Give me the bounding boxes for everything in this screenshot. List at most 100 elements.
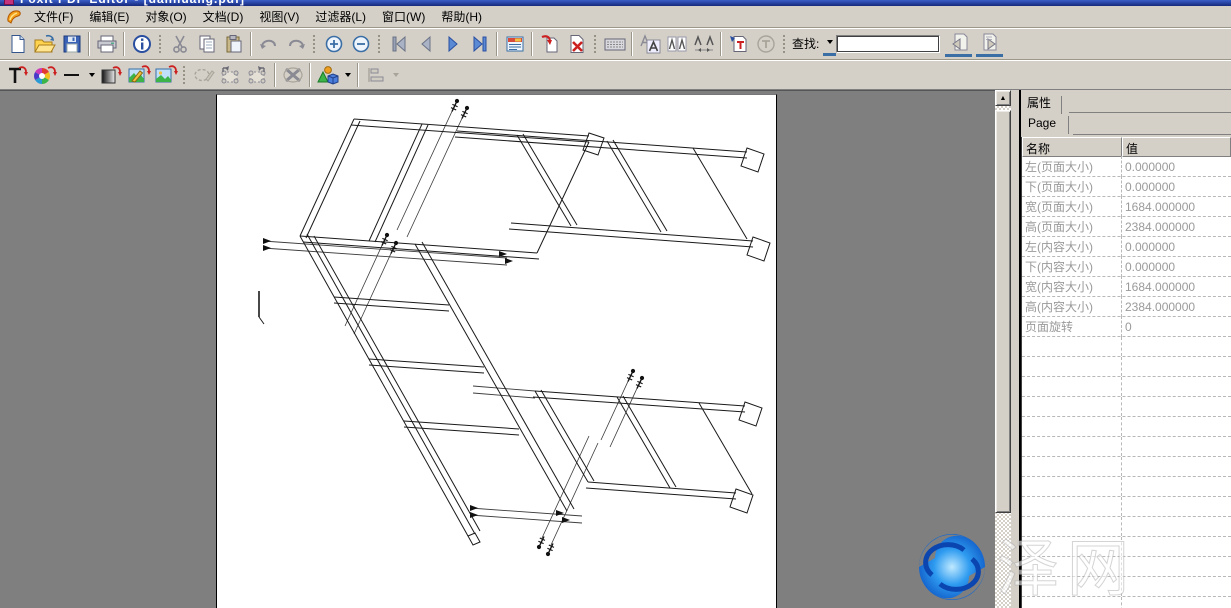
previous-page-button[interactable] <box>412 31 439 57</box>
lasso-select-button-disabled[interactable] <box>190 62 217 88</box>
paste-button[interactable] <box>220 31 247 57</box>
menu-bar: 文件(F) 编辑(E) 对象(O) 文档(D) 视图(V) 过滤器(L) 窗口(… <box>0 6 1231 28</box>
tab-page[interactable]: Page <box>1025 116 1069 134</box>
replace-font-button[interactable] <box>636 31 663 57</box>
last-page-button[interactable] <box>466 31 493 57</box>
insert-color-button[interactable] <box>31 62 58 88</box>
line-style-dropdown[interactable] <box>85 63 98 87</box>
undo-button[interactable] <box>255 31 282 57</box>
page-thumbnails-icon <box>505 35 525 53</box>
toolbar-drag-handle[interactable] <box>782 33 787 55</box>
table-row[interactable]: 左(内容大小) 0.000000 <box>1022 237 1231 257</box>
property-name: 宽(页面大小) <box>1022 196 1122 217</box>
find-previous-icon <box>949 32 969 52</box>
property-value[interactable]: 1684.000000 <box>1122 278 1231 296</box>
menu-window[interactable]: 窗口(W) <box>374 6 433 27</box>
import-text-button[interactable] <box>725 31 752 57</box>
redo-button[interactable] <box>282 31 309 57</box>
insert-image-button[interactable] <box>152 62 179 88</box>
insert-shape-button[interactable] <box>314 62 341 88</box>
find-next-button[interactable] <box>976 31 1003 57</box>
table-row[interactable]: 宽(内容大小) 1684.000000 <box>1022 277 1231 297</box>
find-input[interactable] <box>836 35 940 53</box>
edit-image-button[interactable] <box>125 62 152 88</box>
insert-gradient-button[interactable] <box>98 62 125 88</box>
virtual-keyboard-button[interactable] <box>601 31 628 57</box>
window-titlebar: Foxit PDF Editor - [danhuang.pdf] <box>0 0 1231 6</box>
empty-row <box>1022 397 1231 417</box>
insert-page-icon <box>540 34 560 54</box>
zoom-in-button[interactable] <box>320 31 347 57</box>
toolbar-drag-handle[interactable] <box>312 33 317 55</box>
delete-object-button-disabled[interactable] <box>279 62 306 88</box>
toolbar-drag-handle[interactable] <box>377 33 382 55</box>
table-row[interactable]: 高(页面大小) 2384.000000 <box>1022 217 1231 237</box>
property-value[interactable]: 0 <box>1122 318 1231 336</box>
toolbar-drag-handle[interactable] <box>593 33 598 55</box>
toolbar-drag-handle[interactable] <box>158 33 163 55</box>
property-name: 左(页面大小) <box>1022 156 1122 177</box>
table-row[interactable]: 页面旋转 0 <box>1022 317 1231 337</box>
pdf-page[interactable] <box>216 94 777 608</box>
menu-view[interactable]: 视图(V) <box>251 6 307 27</box>
open-file-button[interactable] <box>31 31 58 57</box>
align-objects-button-disabled[interactable] <box>362 62 389 88</box>
line-style-button[interactable] <box>58 62 85 88</box>
table-row[interactable]: 高(内容大小) 2384.000000 <box>1022 297 1231 317</box>
property-value[interactable]: 0.000000 <box>1122 238 1231 256</box>
rotate-selection-left-button[interactable] <box>217 62 244 88</box>
table-row[interactable]: 左(页面大小) 0.000000 <box>1022 157 1231 177</box>
property-value[interactable]: 1684.000000 <box>1122 198 1231 216</box>
page-thumbnails-button[interactable] <box>501 31 528 57</box>
scroll-up-button[interactable]: ▲ <box>995 90 1011 106</box>
new-document-button[interactable] <box>4 31 31 57</box>
delete-page-button[interactable] <box>563 31 590 57</box>
save-button[interactable] <box>58 31 85 57</box>
print-button[interactable] <box>93 31 120 57</box>
next-page-button[interactable] <box>439 31 466 57</box>
panel-splitter[interactable] <box>1011 90 1019 608</box>
insert-shape-dropdown[interactable] <box>341 63 354 87</box>
zoom-out-button[interactable] <box>347 31 374 57</box>
zoom-in-icon <box>324 34 344 54</box>
menu-filter[interactable]: 过滤器(L) <box>307 6 374 27</box>
first-page-button[interactable] <box>385 31 412 57</box>
menu-edit[interactable]: 编辑(E) <box>81 6 137 27</box>
insert-image-icon <box>154 64 178 86</box>
table-row[interactable]: 下(内容大小) 0.000000 <box>1022 257 1231 277</box>
property-value[interactable]: 0.000000 <box>1122 158 1231 176</box>
rotate-selection-right-button[interactable] <box>244 62 271 88</box>
property-value[interactable]: 0.000000 <box>1122 178 1231 196</box>
find-options-dropdown[interactable] <box>823 32 836 56</box>
open-file-icon <box>34 34 56 54</box>
column-header-value[interactable]: 值 <box>1122 137 1231 157</box>
document-info-button[interactable] <box>128 31 155 57</box>
menu-object[interactable]: 对象(O) <box>137 6 194 27</box>
column-header-name[interactable]: 名称 <box>1022 137 1122 157</box>
text-object-button-disabled[interactable] <box>752 31 779 57</box>
insert-page-button[interactable] <box>536 31 563 57</box>
scrollbar-thumb[interactable] <box>995 110 1011 513</box>
copy-button[interactable] <box>193 31 220 57</box>
vertical-scrollbar[interactable]: ▲ <box>995 90 1011 608</box>
table-row[interactable]: 宽(页面大小) 1684.000000 <box>1022 197 1231 217</box>
document-canvas[interactable] <box>0 90 995 608</box>
table-row[interactable]: 下(页面大小) 0.000000 <box>1022 177 1231 197</box>
cut-button[interactable] <box>166 31 193 57</box>
insert-text-button[interactable] <box>4 62 31 88</box>
letter-spacing-button[interactable] <box>690 31 717 57</box>
find-previous-button[interactable] <box>945 31 972 57</box>
menu-help[interactable]: 帮助(H) <box>433 6 490 27</box>
window-title: Foxit PDF Editor - [danhuang.pdf] <box>20 0 245 6</box>
cut-icon <box>170 34 190 54</box>
menu-document[interactable]: 文档(D) <box>195 6 252 27</box>
property-value[interactable]: 0.000000 <box>1122 258 1231 276</box>
property-value[interactable]: 2384.000000 <box>1122 218 1231 236</box>
redo-icon <box>285 34 307 54</box>
empty-row <box>1022 437 1231 457</box>
toolbar-drag-handle[interactable] <box>182 64 187 86</box>
property-value[interactable]: 2384.000000 <box>1122 298 1231 316</box>
condense-font-button[interactable] <box>663 31 690 57</box>
align-objects-dropdown[interactable] <box>389 63 402 87</box>
menu-file[interactable]: 文件(F) <box>26 6 81 27</box>
